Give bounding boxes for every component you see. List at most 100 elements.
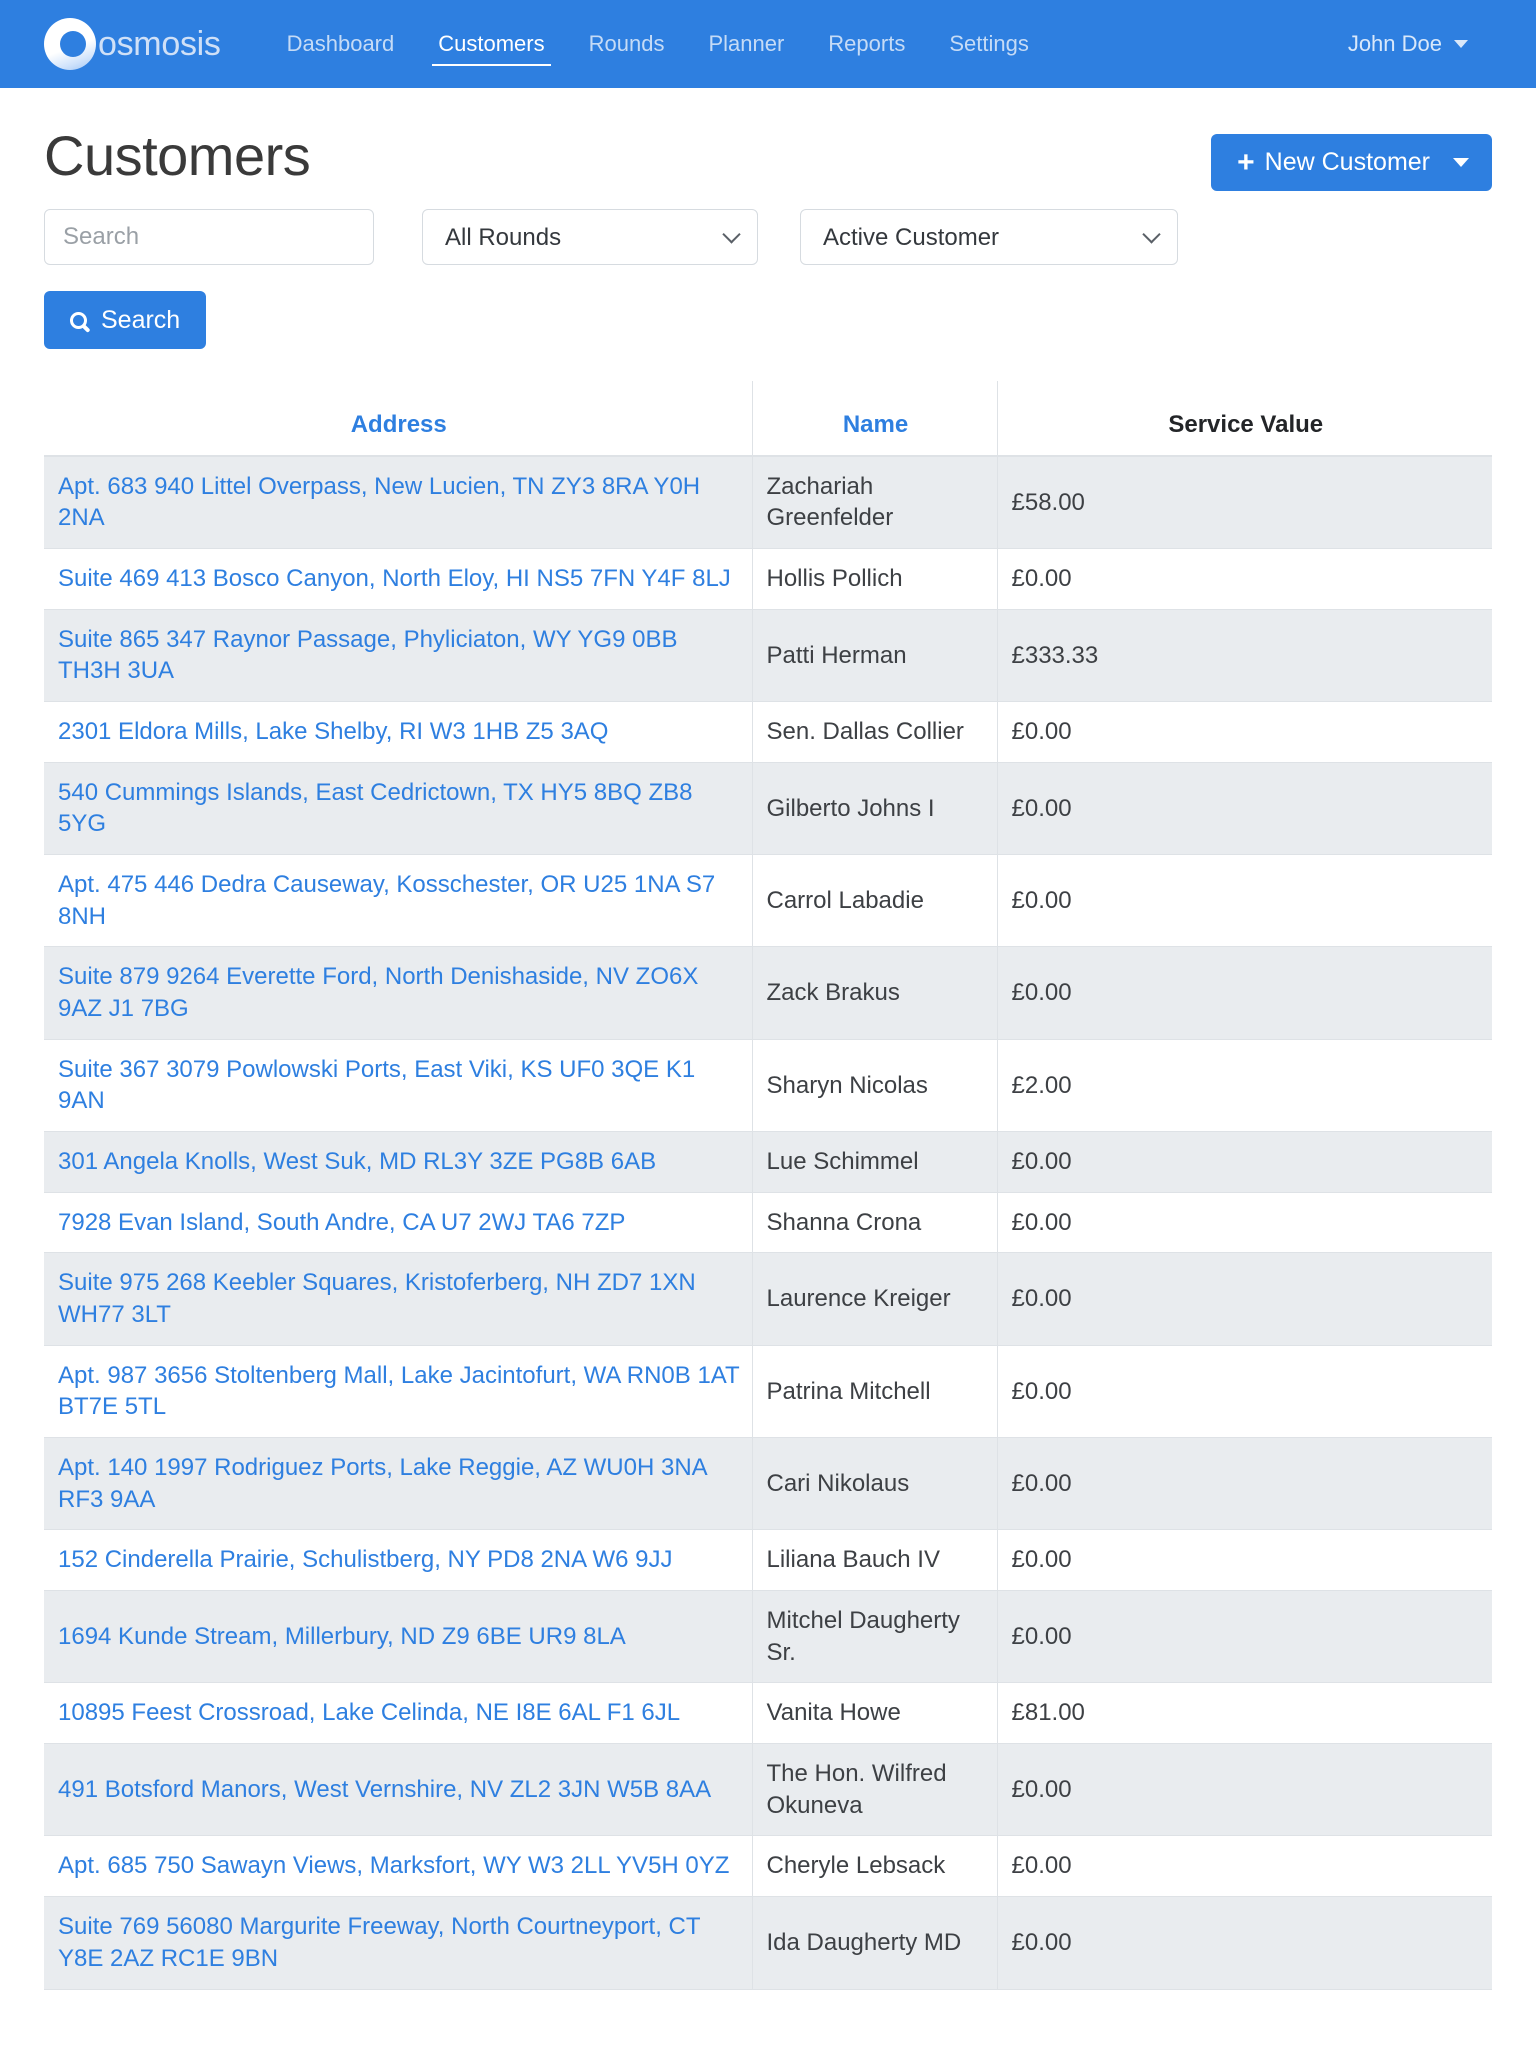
- search-icon: [70, 311, 87, 329]
- table-row: Suite 865 347 Raynor Passage, Phyliciato…: [44, 608, 1492, 703]
- cell-address: Suite 865 347 Raynor Passage, Phyliciato…: [44, 608, 753, 703]
- rounds-select[interactable]: All Rounds: [422, 209, 758, 265]
- cell-address: Suite 879 9264 Everette Ford, North Deni…: [44, 946, 753, 1040]
- customer-address-link[interactable]: 540 Cummings Islands, East Cedrictown, T…: [58, 779, 693, 838]
- customer-address-link[interactable]: Suite 865 347 Raynor Passage, Phyliciato…: [58, 626, 677, 685]
- column-header-address: Address: [44, 381, 753, 457]
- cell-name: Liliana Bauch IV: [751, 1529, 998, 1592]
- cell-service-value: £0.00: [996, 1896, 1492, 1990]
- cell-service-value: £81.00: [996, 1682, 1492, 1745]
- user-menu[interactable]: John Doe: [1348, 31, 1492, 57]
- customer-address-link[interactable]: Apt. 140 1997 Rodriguez Ports, Lake Regg…: [58, 1454, 706, 1513]
- new-customer-button[interactable]: + New Customer: [1211, 134, 1492, 191]
- table-row: 2301 Eldora Mills, Lake Shelby, RI W3 1H…: [44, 701, 1492, 763]
- customer-address-link[interactable]: Suite 975 268 Keebler Squares, Kristofer…: [58, 1269, 696, 1328]
- page-title: Customers: [44, 124, 311, 187]
- customer-address-link[interactable]: 7928 Evan Island, South Andre, CA U7 2WJ…: [58, 1209, 625, 1236]
- customer-address-link[interactable]: 301 Angela Knolls, West Suk, MD RL3Y 3ZE…: [58, 1148, 656, 1175]
- search-field-wrapper: [44, 209, 422, 265]
- osmosis-logo-icon: [44, 18, 96, 70]
- cell-name: Patrina Mitchell: [751, 1344, 998, 1439]
- cell-address: Suite 469 413 Bosco Canyon, North Eloy, …: [44, 548, 753, 610]
- search-button[interactable]: Search: [44, 291, 207, 349]
- cell-address: Suite 769 56080 Margurite Freeway, North…: [44, 1896, 753, 1990]
- customer-address-link[interactable]: Apt. 987 3656 Stoltenberg Mall, Lake Jac…: [58, 1362, 739, 1421]
- customer-address-link[interactable]: Apt. 685 750 Sawayn Views, Marksfort, WY…: [58, 1852, 729, 1879]
- customer-address-link[interactable]: 2301 Eldora Mills, Lake Shelby, RI W3 1H…: [58, 718, 608, 745]
- table-row: Suite 769 56080 Margurite Freeway, North…: [44, 1896, 1492, 1990]
- cell-service-value: £0.00: [996, 1590, 1492, 1684]
- customer-address-link[interactable]: Apt. 475 446 Dedra Causeway, Kosschester…: [58, 871, 715, 930]
- cell-name: Patti Herman: [751, 608, 998, 703]
- nav-item-customers[interactable]: Customers: [416, 0, 566, 88]
- table-row: 7928 Evan Island, South Andre, CA U7 2WJ…: [44, 1191, 1492, 1254]
- cell-service-value: £0.00: [996, 1344, 1492, 1439]
- nav-item-dashboard[interactable]: Dashboard: [265, 0, 417, 88]
- brand-logo-link[interactable]: osmosis: [44, 18, 221, 70]
- cell-address: 152 Cinderella Prairie, Schulistberg, NY…: [44, 1529, 753, 1592]
- cell-address: 491 Botsford Manors, West Vernshire, NV …: [44, 1743, 753, 1837]
- new-customer-dropdown-toggle[interactable]: [1430, 134, 1492, 191]
- customer-address-link[interactable]: 491 Botsford Manors, West Vernshire, NV …: [58, 1776, 711, 1803]
- cell-service-value: £0.00: [996, 1743, 1492, 1837]
- cell-name: Lue Schimmel: [751, 1131, 998, 1193]
- chevron-down-icon: [1454, 40, 1468, 48]
- customer-address-link[interactable]: Suite 367 3079 Powlowski Ports, East Vik…: [58, 1056, 695, 1115]
- new-customer-label: New Customer: [1264, 148, 1430, 176]
- cell-name: Sharyn Nicolas: [751, 1038, 998, 1133]
- search-input[interactable]: [44, 209, 374, 265]
- table-body: Apt. 683 940 Littel Overpass, New Lucien…: [44, 455, 1492, 1990]
- cell-service-value: £0.00: [996, 1437, 1492, 1531]
- cell-name: Gilberto Johns I: [751, 761, 998, 856]
- customer-address-link[interactable]: 10895 Feest Crossroad, Lake Celinda, NE …: [58, 1699, 680, 1726]
- cell-service-value: £0.00: [996, 854, 1492, 948]
- service-value-label: Service Value: [1168, 411, 1324, 438]
- nav-item-reports[interactable]: Reports: [806, 0, 927, 88]
- nav-item-settings[interactable]: Settings: [927, 0, 1051, 88]
- cell-service-value: £0.00: [996, 1835, 1492, 1898]
- cell-service-value: £0.00: [996, 946, 1492, 1040]
- cell-address: 10895 Feest Crossroad, Lake Celinda, NE …: [44, 1682, 753, 1745]
- customer-address-link[interactable]: Apt. 683 940 Littel Overpass, New Lucien…: [58, 473, 700, 532]
- customer-status-select[interactable]: Active Customer: [800, 209, 1178, 265]
- table-row: 491 Botsford Manors, West Vernshire, NV …: [44, 1743, 1492, 1837]
- cell-service-value: £0.00: [996, 1131, 1492, 1193]
- sort-link-address[interactable]: Address: [351, 411, 447, 438]
- table-head: Address Name Service Value: [44, 381, 1492, 457]
- cell-name: Vanita Howe: [751, 1682, 998, 1745]
- table-row: Suite 975 268 Keebler Squares, Kristofer…: [44, 1252, 1492, 1346]
- plus-icon: +: [1237, 145, 1255, 179]
- user-menu-label: John Doe: [1347, 31, 1442, 56]
- customer-address-link[interactable]: Suite 879 9264 Everette Ford, North Deni…: [58, 963, 698, 1022]
- table-row: Suite 879 9264 Everette Ford, North Deni…: [44, 946, 1492, 1040]
- sort-link-name[interactable]: Name: [843, 411, 908, 438]
- cell-address: Suite 367 3079 Powlowski Ports, East Vik…: [44, 1038, 753, 1133]
- cell-service-value: £333.33: [996, 608, 1492, 703]
- nav-item-planner[interactable]: Planner: [686, 0, 806, 88]
- cell-address: Suite 975 268 Keebler Squares, Kristofer…: [44, 1252, 753, 1346]
- table-row: Suite 469 413 Bosco Canyon, North Eloy, …: [44, 548, 1492, 610]
- customer-address-link[interactable]: Suite 469 413 Bosco Canyon, North Eloy, …: [58, 565, 731, 592]
- cell-name: Cheryle Lebsack: [751, 1835, 998, 1898]
- nav-item-rounds[interactable]: Rounds: [567, 0, 687, 88]
- customer-address-link[interactable]: 1694 Kunde Stream, Millerbury, ND Z9 6BE…: [58, 1623, 626, 1650]
- primary-nav: Dashboard Customers Rounds Planner Repor…: [265, 0, 1051, 88]
- customer-address-link[interactable]: Suite 769 56080 Margurite Freeway, North…: [58, 1913, 700, 1972]
- rounds-filter-wrapper: All Rounds: [422, 209, 800, 265]
- table-row: Apt. 683 940 Littel Overpass, New Lucien…: [44, 455, 1492, 550]
- cell-name: Sen. Dallas Collier: [751, 701, 998, 763]
- cell-address: 7928 Evan Island, South Andre, CA U7 2WJ…: [44, 1191, 753, 1254]
- cell-address: 2301 Eldora Mills, Lake Shelby, RI W3 1H…: [44, 701, 753, 763]
- cell-service-value: £0.00: [996, 548, 1492, 610]
- table-row: 540 Cummings Islands, East Cedrictown, T…: [44, 761, 1492, 856]
- cell-service-value: £0.00: [996, 701, 1492, 763]
- search-button-label: Search: [101, 305, 181, 334]
- cell-name: Cari Nikolaus: [751, 1437, 998, 1531]
- brand-name: osmosis: [98, 25, 221, 63]
- customer-address-link[interactable]: 152 Cinderella Prairie, Schulistberg, NY…: [58, 1546, 673, 1573]
- cell-service-value: £2.00: [996, 1038, 1492, 1133]
- table-row: Apt. 475 446 Dedra Causeway, Kosschester…: [44, 854, 1492, 948]
- table-row: 10895 Feest Crossroad, Lake Celinda, NE …: [44, 1682, 1492, 1745]
- cell-address: Apt. 140 1997 Rodriguez Ports, Lake Regg…: [44, 1437, 753, 1531]
- cell-name: Shanna Crona: [751, 1191, 998, 1254]
